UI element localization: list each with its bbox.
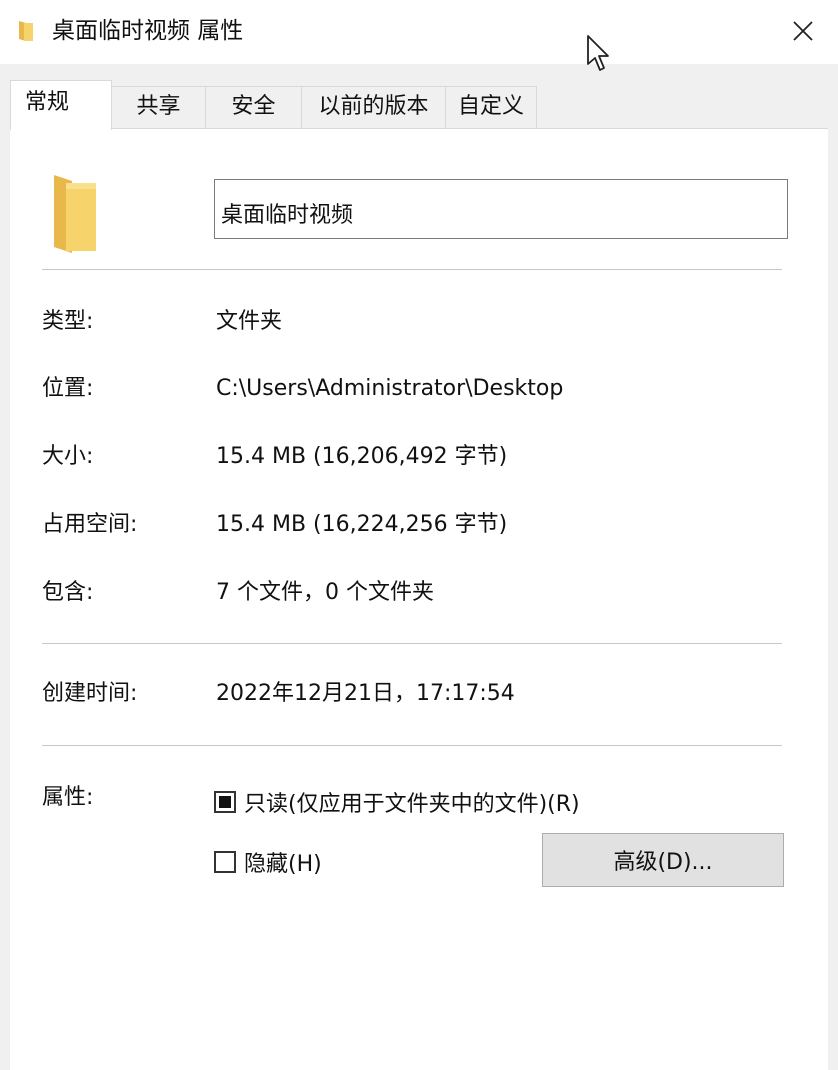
folder-icon <box>52 173 98 255</box>
tab-general[interactable]: 常规 <box>10 80 112 130</box>
hidden-label: 隐藏(H) <box>244 852 322 877</box>
location-value: C:\Users\Administrator\Desktop <box>216 376 564 401</box>
disk-size-label: 占用空间: <box>42 512 138 537</box>
disk-size-value: 15.4 MB (16,224,256 字节) <box>216 512 508 537</box>
tab-customize[interactable]: 自定义 <box>445 86 537 128</box>
readonly-checkbox[interactable] <box>214 791 236 813</box>
close-button[interactable] <box>780 10 826 52</box>
size-label: 大小: <box>42 444 94 469</box>
tab-security[interactable]: 安全 <box>205 86 302 128</box>
tab-sharing[interactable]: 共享 <box>111 86 206 128</box>
title-bar[interactable]: 桌面临时视频 属性 <box>0 0 838 64</box>
readonly-checkbox-row[interactable]: 只读(仅应用于文件夹中的文件)(R) <box>214 787 580 817</box>
close-icon <box>793 21 813 41</box>
folder-icon <box>18 20 34 42</box>
divider <box>42 745 782 746</box>
advanced-button[interactable]: 高级(D)... <box>542 833 784 887</box>
type-label: 类型: <box>42 309 94 334</box>
divider <box>42 643 782 644</box>
tab-previous-versions[interactable]: 以前的版本 <box>301 86 446 128</box>
contains-label: 包含: <box>42 580 94 605</box>
contains-value: 7 个文件，0 个文件夹 <box>216 580 434 605</box>
hidden-checkbox-row[interactable]: 隐藏(H) <box>214 847 322 877</box>
hidden-checkbox[interactable] <box>214 851 236 873</box>
general-panel: 类型: 文件夹 位置: C:\Users\Administrator\Deskt… <box>10 128 828 1070</box>
location-label: 位置: <box>42 376 94 401</box>
divider <box>42 269 782 270</box>
attributes-label: 属性: <box>42 785 94 810</box>
type-value: 文件夹 <box>216 309 283 334</box>
created-value: 2022年12月21日，17:17:54 <box>216 681 515 706</box>
folder-name-input[interactable] <box>214 179 788 239</box>
size-value: 15.4 MB (16,206,492 字节) <box>216 444 508 469</box>
created-label: 创建时间: <box>42 681 138 706</box>
properties-window: 桌面临时视频 属性 常规 共享 安全 以前的版本 自定义 类型: 文件夹 <box>0 0 838 1070</box>
readonly-label: 只读(仅应用于文件夹中的文件)(R) <box>244 792 580 817</box>
tab-strip: 常规 共享 安全 以前的版本 自定义 <box>10 80 828 130</box>
window-title: 桌面临时视频 属性 <box>52 18 244 44</box>
